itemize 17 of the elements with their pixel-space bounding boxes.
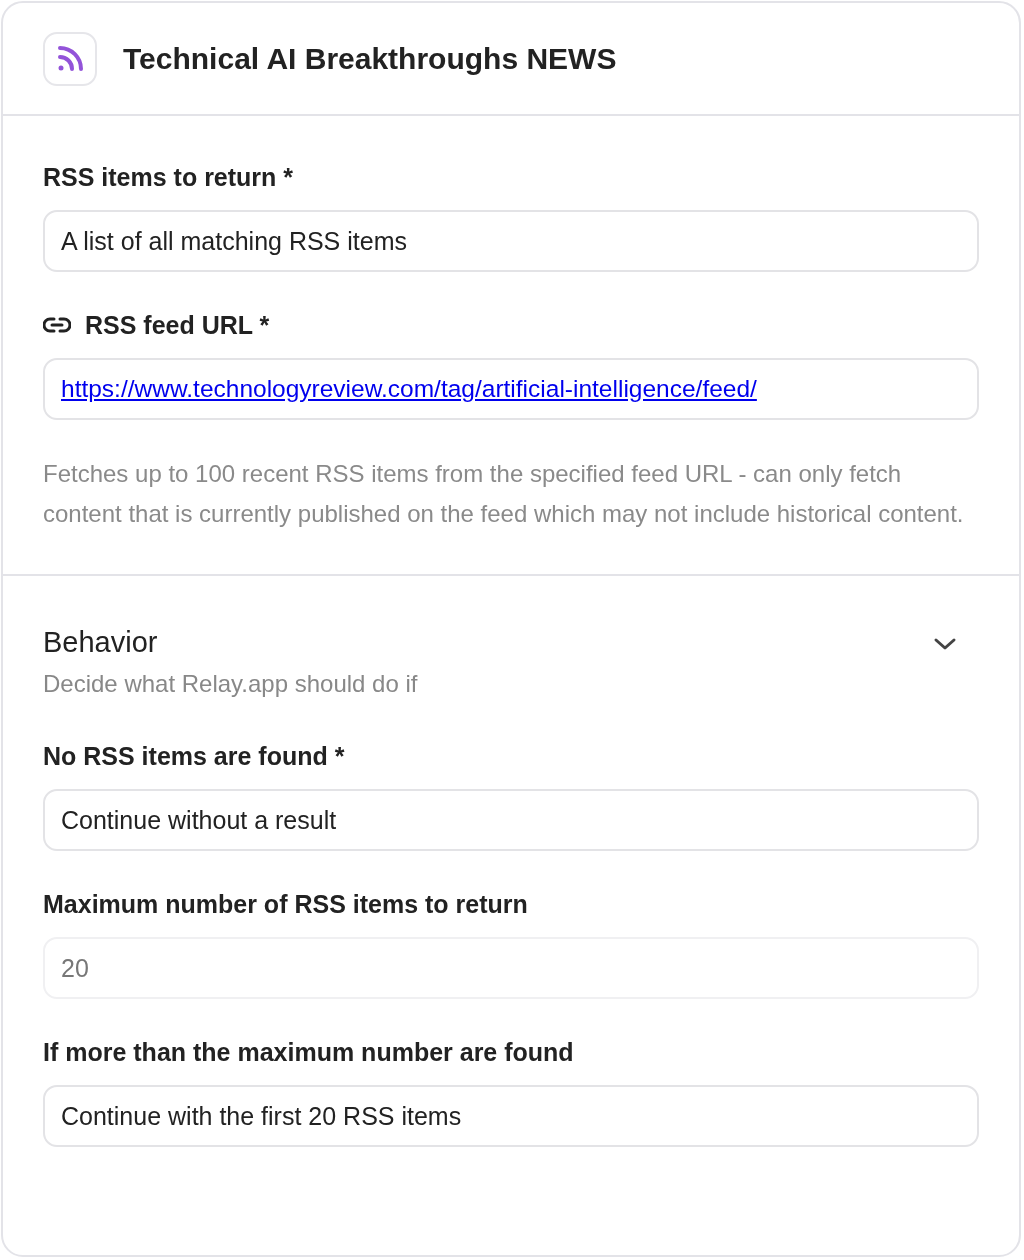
field-label: RSS items to return * xyxy=(43,162,294,192)
input-field[interactable]: A list of all matching RSS items xyxy=(43,210,979,272)
section-subtitle: Decide what Relay.app should do if xyxy=(43,669,418,699)
help-text: Fetches up to 100 recent RSS items from the specified feed URL - can only fetch content that is currently published on the feed which may not include historical content. xyxy=(43,459,965,529)
section-title: Behavior xyxy=(43,625,159,660)
feed-url-link[interactable]: https://www.technologyreview.com/tag/artificial-intelligence/feed/ xyxy=(61,375,757,403)
input-field[interactable]: Continue with the first 20 RSS items xyxy=(43,1085,979,1147)
field-label: Maximum number of RSS items to return xyxy=(43,889,528,919)
input-field[interactable]: Continue without a result xyxy=(43,789,979,851)
field-label: No RSS items are found * xyxy=(43,741,345,771)
link-icon xyxy=(43,317,71,333)
url-field[interactable]: https://www.technologyreview.com/tag/artificial-intelligence/feed/ xyxy=(43,358,979,420)
number-field[interactable]: 20 xyxy=(43,937,979,999)
field-label: RSS feed URL * xyxy=(85,310,270,340)
rss-icon xyxy=(43,31,97,86)
field-label: If more than the maximum number are found xyxy=(43,1037,574,1067)
feed-title: Technical AI Breakthroughs NEWS xyxy=(123,41,617,76)
